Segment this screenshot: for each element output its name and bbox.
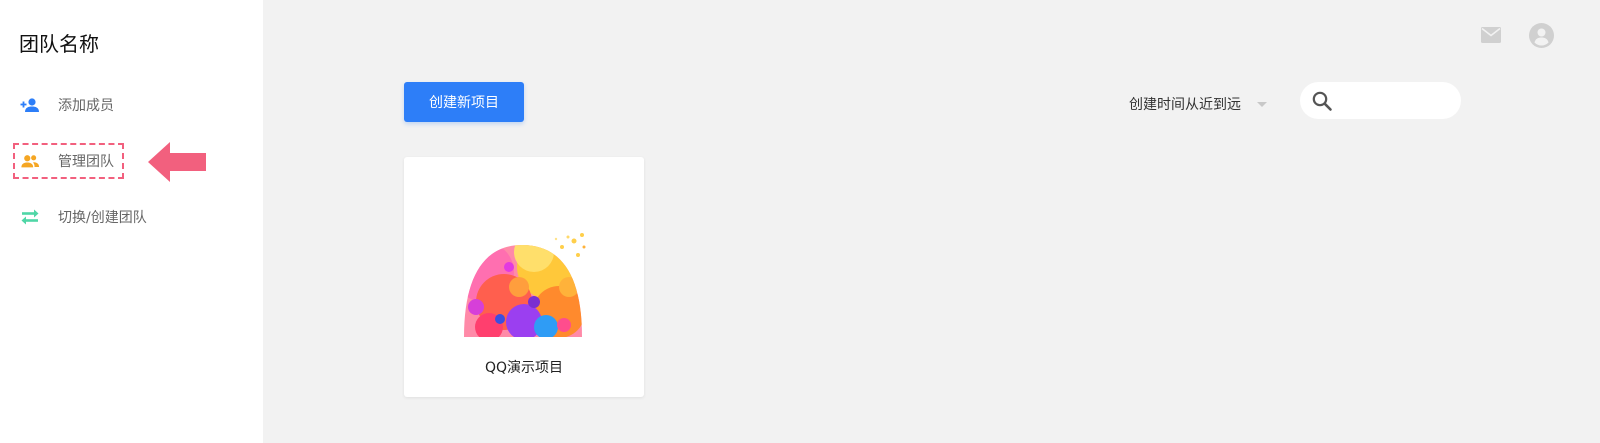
sidebar-item-manage-team[interactable]: 管理团队 <box>20 149 114 173</box>
project-thumbnail-image <box>464 233 586 337</box>
sidebar-item-switch-team[interactable]: 切换/创建团队 <box>20 205 147 229</box>
sidebar-item-label: 切换/创建团队 <box>58 210 147 226</box>
sidebar-item-add-member[interactable]: 添加成员 <box>20 93 114 117</box>
sidebar: 团队名称 添加成员 管理团队 切换/创建团队 <box>0 0 263 443</box>
swap-icon <box>20 207 40 227</box>
search-box[interactable] <box>1300 82 1461 119</box>
account-icon[interactable] <box>1529 23 1554 48</box>
search-icon <box>1310 89 1334 113</box>
create-project-button[interactable]: 创建新项目 <box>404 82 524 122</box>
team-name: 团队名称 <box>19 32 99 56</box>
project-name: QQ演示项目 <box>484 360 564 376</box>
add-user-icon <box>20 95 40 115</box>
mail-icon[interactable] <box>1481 27 1501 43</box>
sort-dropdown-label: 创建时间从近到远 <box>1129 97 1241 113</box>
search-input[interactable] <box>1340 91 1450 110</box>
sort-dropdown[interactable]: 创建时间从近到远 <box>1129 93 1267 115</box>
app-root: 团队名称 添加成员 管理团队 切换/创建团队 创建新项目 创建时间从近到远 QQ… <box>0 0 1600 443</box>
sidebar-item-label: 管理团队 <box>58 154 114 170</box>
sidebar-item-label: 添加成员 <box>58 98 114 114</box>
chevron-down-icon <box>1257 101 1267 107</box>
project-card[interactable]: QQ演示项目 <box>404 157 644 397</box>
arrow-left-annotation-icon <box>148 142 206 182</box>
group-icon <box>20 151 40 171</box>
